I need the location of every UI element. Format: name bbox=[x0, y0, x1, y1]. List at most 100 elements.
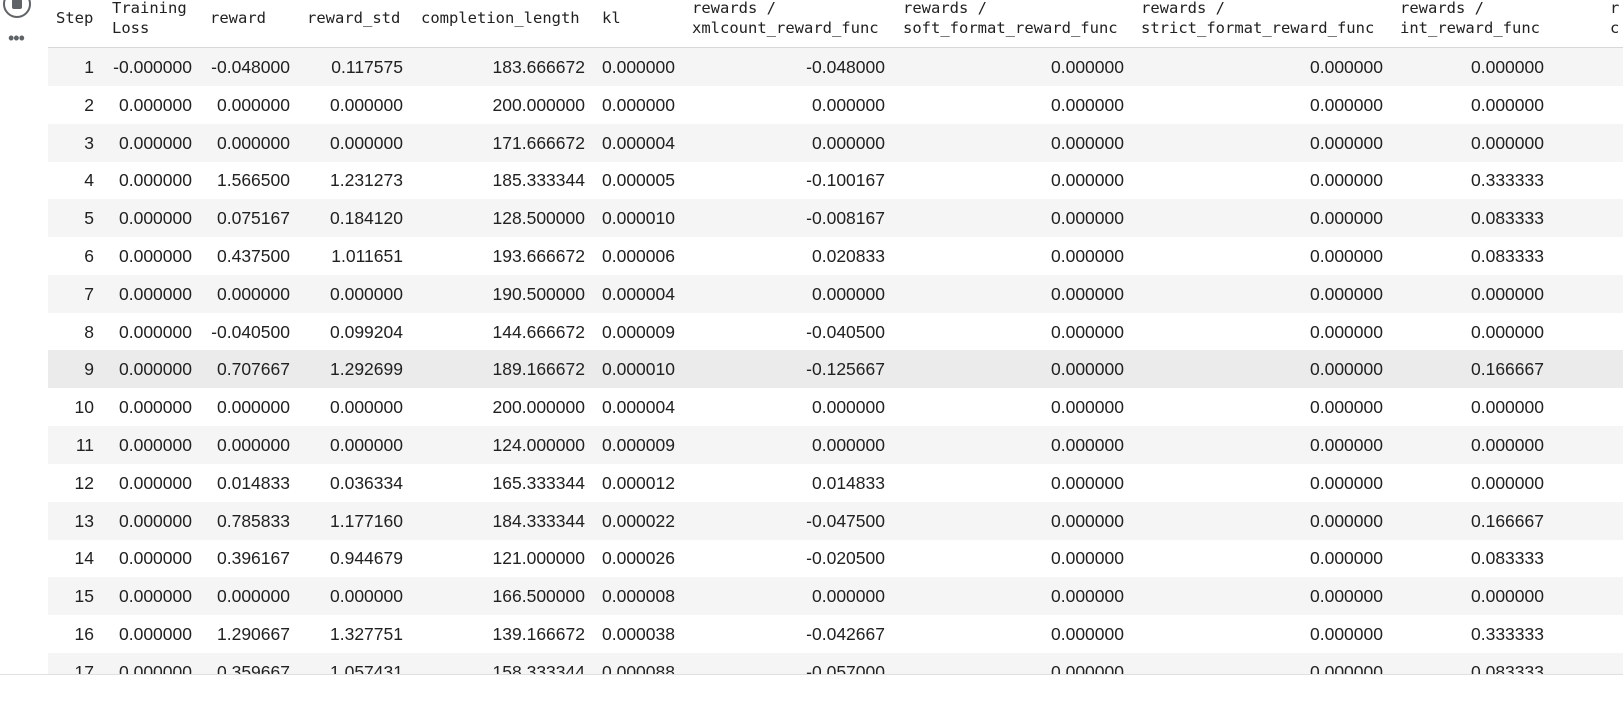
cell-loss: 0.000000 bbox=[119, 510, 192, 531]
cell-strict: 0.000000 bbox=[1310, 94, 1383, 115]
cell-reward: 0.359667 bbox=[217, 661, 290, 674]
cell-std: 0.099204 bbox=[330, 321, 403, 342]
table-row: 11 0.000000 0.000000 0.000000 124.000000 0.00… bbox=[48, 426, 1623, 464]
table-row: 5 0.000000 0.075167 0.184120 128.500000 0.000… bbox=[48, 199, 1623, 238]
cell-len: 158.333344 bbox=[492, 661, 585, 674]
cell-std: 0.000000 bbox=[330, 94, 403, 115]
cell-strict: 0.000000 bbox=[1310, 132, 1383, 153]
cell-reward: 0.014833 bbox=[217, 472, 290, 493]
cell-len: 189.166672 bbox=[492, 359, 585, 380]
header-kl: kl bbox=[602, 9, 621, 27]
cell-reward: 1.566500 bbox=[217, 170, 290, 191]
cell-int: 0.083333 bbox=[1471, 208, 1544, 229]
header-strict-format-reward: rewards / strict_format_reward_func bbox=[1141, 0, 1375, 37]
cell-loss: 0.000000 bbox=[119, 246, 192, 266]
cell-reward: 0.075167 bbox=[217, 208, 290, 229]
header-reward: reward bbox=[210, 9, 266, 27]
cell-strict: 0.000000 bbox=[1310, 435, 1383, 455]
cell-len: 124.000000 bbox=[492, 435, 585, 455]
cell-int: 0.083333 bbox=[1471, 548, 1544, 569]
table-row: 14 0.000000 0.396167 0.944679 121.000000 0.00… bbox=[48, 539, 1623, 577]
cell-int: 0.083333 bbox=[1471, 661, 1544, 674]
cell-soft: 0.000000 bbox=[1051, 435, 1124, 455]
cell-std: 0.000000 bbox=[330, 435, 403, 455]
cell-loss: 0.000000 bbox=[119, 359, 192, 380]
cell-xml: -0.047500 bbox=[806, 510, 885, 531]
cell-soft: 0.000000 bbox=[1051, 208, 1124, 229]
cell-len: 121.000000 bbox=[492, 548, 585, 569]
header-completion-length: completion_length bbox=[421, 9, 580, 27]
table-row: 16 0.000000 1.290667 1.327751 139.166672 0.00… bbox=[48, 615, 1623, 653]
cell-len: 171.666672 bbox=[492, 132, 585, 153]
cell-soft: 0.000000 bbox=[1051, 170, 1124, 191]
cell-kl: 0.000005 bbox=[602, 170, 675, 191]
cell-step: 17 bbox=[74, 661, 94, 674]
cell-reward: 0.000000 bbox=[217, 397, 290, 418]
cell-int: 0.333333 bbox=[1471, 624, 1544, 644]
cell-step: 13 bbox=[74, 510, 94, 531]
cell-std: 0.000000 bbox=[330, 132, 403, 153]
cell-kl: 0.000088 bbox=[602, 661, 675, 674]
cell-gutter: ••• bbox=[0, 0, 46, 709]
cell-reward: 0.000000 bbox=[217, 586, 290, 607]
run-cell-button[interactable] bbox=[3, 0, 31, 18]
cell-soft: 0.000000 bbox=[1051, 586, 1124, 607]
cell-int: 0.166667 bbox=[1471, 510, 1544, 531]
cell-std: 0.944679 bbox=[330, 548, 403, 569]
cell-strict: 0.000000 bbox=[1310, 661, 1383, 674]
cell-loss: 0.000000 bbox=[119, 586, 192, 607]
cell-int: 0.000000 bbox=[1471, 472, 1544, 493]
cell-int: 0.000000 bbox=[1471, 321, 1544, 342]
cell-std: 1.011651 bbox=[331, 246, 403, 266]
cell-soft: 0.000000 bbox=[1051, 359, 1124, 380]
cell-reward: -0.048000 bbox=[211, 57, 290, 77]
cell-int: 0.000000 bbox=[1471, 132, 1544, 153]
cell-step: 6 bbox=[84, 246, 94, 266]
cell-len: 183.666672 bbox=[492, 57, 585, 77]
cell-int: 0.083333 bbox=[1471, 246, 1544, 266]
cell-soft: 0.000000 bbox=[1051, 472, 1124, 493]
cell-loss: 0.000000 bbox=[119, 472, 192, 493]
table-row: 4 0.000000 1.566500 1.231273 185.333344 0.000… bbox=[48, 161, 1623, 199]
cell-int: 0.000000 bbox=[1471, 586, 1544, 607]
cell-std: 1.177160 bbox=[330, 510, 403, 531]
cell-int: 0.000000 bbox=[1471, 435, 1544, 455]
cell-kl: 0.000008 bbox=[602, 586, 675, 607]
cell-std: 0.000000 bbox=[330, 397, 403, 418]
cell-len: 184.333344 bbox=[492, 510, 585, 531]
cell-step: 5 bbox=[84, 208, 94, 229]
header-xmlcount-reward: rewards / xmlcount_reward_func bbox=[692, 0, 879, 37]
cell-step: 15 bbox=[74, 586, 94, 607]
cell-step: 10 bbox=[74, 397, 94, 418]
cell-loss: 0.000000 bbox=[119, 170, 192, 191]
header-soft-format-reward: rewards / soft_format_reward_func bbox=[903, 0, 1118, 37]
header-int-reward: rewards / int_reward_func bbox=[1400, 0, 1540, 37]
cell-xml: 0.000000 bbox=[812, 586, 885, 607]
cell-xml: 0.000000 bbox=[812, 397, 885, 418]
cell-std: 1.231273 bbox=[330, 170, 403, 191]
cell-len: 200.000000 bbox=[492, 397, 585, 418]
cell-kl: 0.000012 bbox=[602, 472, 675, 493]
table-row: 12 0.000000 0.014833 0.036334 165.333344 0.00… bbox=[48, 464, 1623, 502]
cell-reward: 1.290667 bbox=[217, 624, 290, 644]
header-cut-column: r c bbox=[1610, 0, 1620, 37]
cell-len: 190.500000 bbox=[492, 283, 585, 304]
cell-len: 128.500000 bbox=[492, 208, 585, 229]
table-row: 6 0.000000 0.437500 1.011651 193.666672 0.000… bbox=[48, 237, 1623, 275]
cell-int: 0.000000 bbox=[1471, 94, 1544, 115]
more-options-icon[interactable]: ••• bbox=[8, 28, 25, 48]
cell-xml: 0.000000 bbox=[812, 132, 885, 153]
table-row: 2 0.000000 0.000000 0.000000 200.000000 0.000… bbox=[48, 86, 1623, 124]
cell-loss: 0.000000 bbox=[119, 548, 192, 569]
cell-kl: 0.000004 bbox=[602, 283, 675, 304]
cell-len: 139.166672 bbox=[492, 624, 585, 644]
cell-loss: 0.000000 bbox=[119, 283, 192, 304]
cell-xml: -0.057000 bbox=[806, 661, 885, 674]
cell-len: 200.000000 bbox=[492, 94, 585, 115]
cell-soft: 0.000000 bbox=[1051, 661, 1124, 674]
table-header: Step Training Loss reward reward_std com… bbox=[48, 0, 1623, 48]
cell-xml: 0.014833 bbox=[812, 472, 885, 493]
cell-step: 8 bbox=[84, 321, 94, 342]
cell-kl: 0.000009 bbox=[602, 321, 675, 342]
cell-kl: 0.000006 bbox=[602, 246, 675, 266]
